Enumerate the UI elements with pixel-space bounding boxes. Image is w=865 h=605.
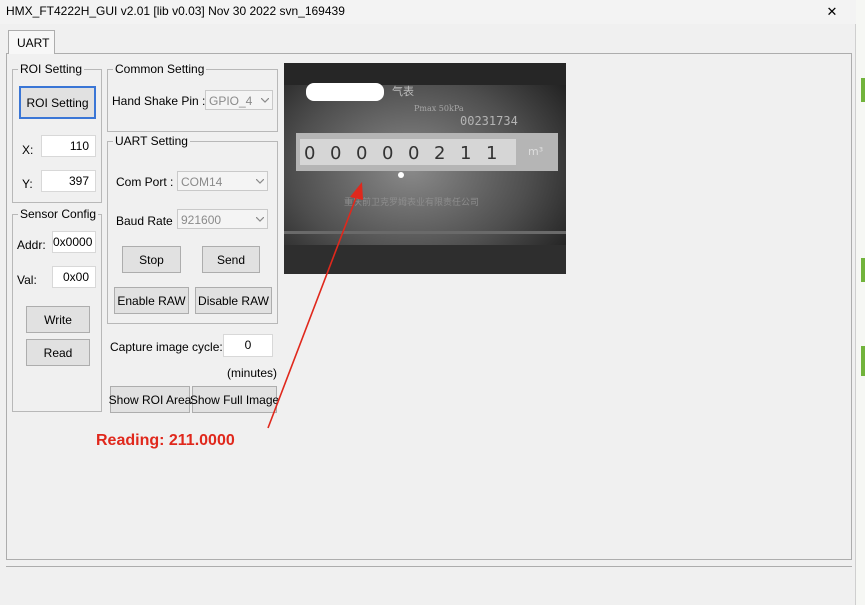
send-button[interactable]: Send — [202, 246, 260, 273]
meter-digit: 0 — [330, 143, 341, 164]
meter-company-text: 重庆前卫克罗姆表业有限责任公司 — [344, 196, 479, 208]
meter-brand-text: 气表 — [392, 84, 414, 98]
tab-uart[interactable]: UART — [8, 30, 55, 54]
meter-digit: 2 — [434, 143, 445, 164]
desktop-green-mark — [861, 258, 865, 282]
chevron-down-icon — [256, 217, 264, 222]
disable-raw-button-label: Disable RAW — [198, 293, 269, 308]
meter-digit: 0 — [382, 143, 393, 164]
redacted-label-area — [306, 83, 384, 101]
show-full-image-button[interactable]: Show Full Image — [189, 386, 280, 413]
chevron-down-icon — [261, 98, 269, 103]
addr-input[interactable]: 0x0000 — [52, 231, 96, 253]
x-label: X: — [22, 143, 34, 157]
meter-digit: 0 — [304, 143, 315, 164]
roi-y-input[interactable]: 397 — [41, 170, 96, 192]
y-label: Y: — [22, 177, 33, 191]
com-port-select[interactable]: COM14 — [177, 171, 268, 191]
write-button-label: Write — [44, 312, 72, 327]
handshake-label: Hand Shake Pin : — [112, 94, 206, 108]
addr-label: Addr: — [17, 238, 46, 252]
sensor-config-legend: Sensor Config — [18, 207, 99, 221]
read-button-label: Read — [43, 345, 73, 360]
meter-digit: 0 — [356, 143, 367, 164]
roi-setting-button-label: ROI Setting — [26, 95, 89, 110]
write-button[interactable]: Write — [26, 306, 90, 333]
reading-result-text: Reading: 211.0000 — [96, 432, 235, 449]
com-port-value: COM14 — [181, 175, 223, 189]
capture-units-label: (minutes) — [227, 366, 278, 380]
roi-setting-button[interactable]: ROI Setting — [19, 86, 96, 119]
capture-cycle-input[interactable]: 0 — [223, 334, 273, 357]
val-input[interactable]: 0x00 — [52, 266, 96, 288]
roi-x-input[interactable]: 110 — [41, 135, 96, 157]
window-title: HMX_FT4222H_GUI v2.01 [lib v0.03] Nov 30… — [6, 4, 345, 18]
meter-serial-text: 00231734 — [460, 114, 518, 128]
meter-image: 气表 Pmax 50kPa 00231734 0 0 0 0 0 2 1 1 m… — [284, 63, 566, 274]
stop-button[interactable]: Stop — [122, 246, 181, 273]
val-label: Val: — [17, 273, 37, 287]
close-icon: ✕ — [826, 4, 838, 19]
baud-rate-value: 921600 — [181, 213, 222, 227]
meter-unit-text: m³ — [528, 145, 543, 158]
show-roi-area-button[interactable]: Show ROI Area — [108, 386, 192, 413]
title-bar: HMX_FT4222H_GUI v2.01 [lib v0.03] Nov 30… — [0, 0, 856, 24]
baud-rate-label: Baud Rate — [116, 214, 173, 228]
meter-pressure-text: Pmax 50kPa — [414, 104, 464, 113]
enable-raw-button-label: Enable RAW — [117, 293, 186, 308]
handshake-pin-select[interactable]: GPIO_4 — [205, 90, 273, 110]
desktop-green-mark — [861, 346, 865, 376]
show-roi-area-label: Show ROI Area — [108, 392, 192, 407]
meter-digit: 0 — [408, 143, 419, 164]
send-button-label: Send — [216, 252, 246, 267]
stop-button-label: Stop — [139, 252, 164, 267]
capture-cycle-label: Capture image cycle: — [110, 340, 223, 354]
chevron-down-icon — [256, 179, 264, 184]
meter-digit: 1 — [486, 143, 497, 164]
close-button[interactable]: ✕ — [808, 0, 856, 24]
baud-rate-select[interactable]: 921600 — [177, 209, 268, 229]
show-full-image-label: Show Full Image — [189, 392, 280, 407]
desktop-green-mark — [861, 78, 865, 102]
com-port-label: Com Port : — [116, 175, 174, 189]
enable-raw-button[interactable]: Enable RAW — [114, 287, 189, 314]
meter-digit: 1 — [460, 143, 471, 164]
roi-setting-legend: ROI Setting — [18, 62, 85, 76]
common-setting-legend: Common Setting — [113, 62, 207, 76]
read-button[interactable]: Read — [26, 339, 90, 366]
meter-highlight-dot — [398, 172, 404, 178]
uart-setting-legend: UART Setting — [113, 134, 190, 148]
handshake-pin-value: GPIO_4 — [209, 94, 253, 108]
tab-label: UART — [17, 36, 50, 50]
disable-raw-button[interactable]: Disable RAW — [195, 287, 272, 314]
status-separator — [6, 566, 852, 567]
